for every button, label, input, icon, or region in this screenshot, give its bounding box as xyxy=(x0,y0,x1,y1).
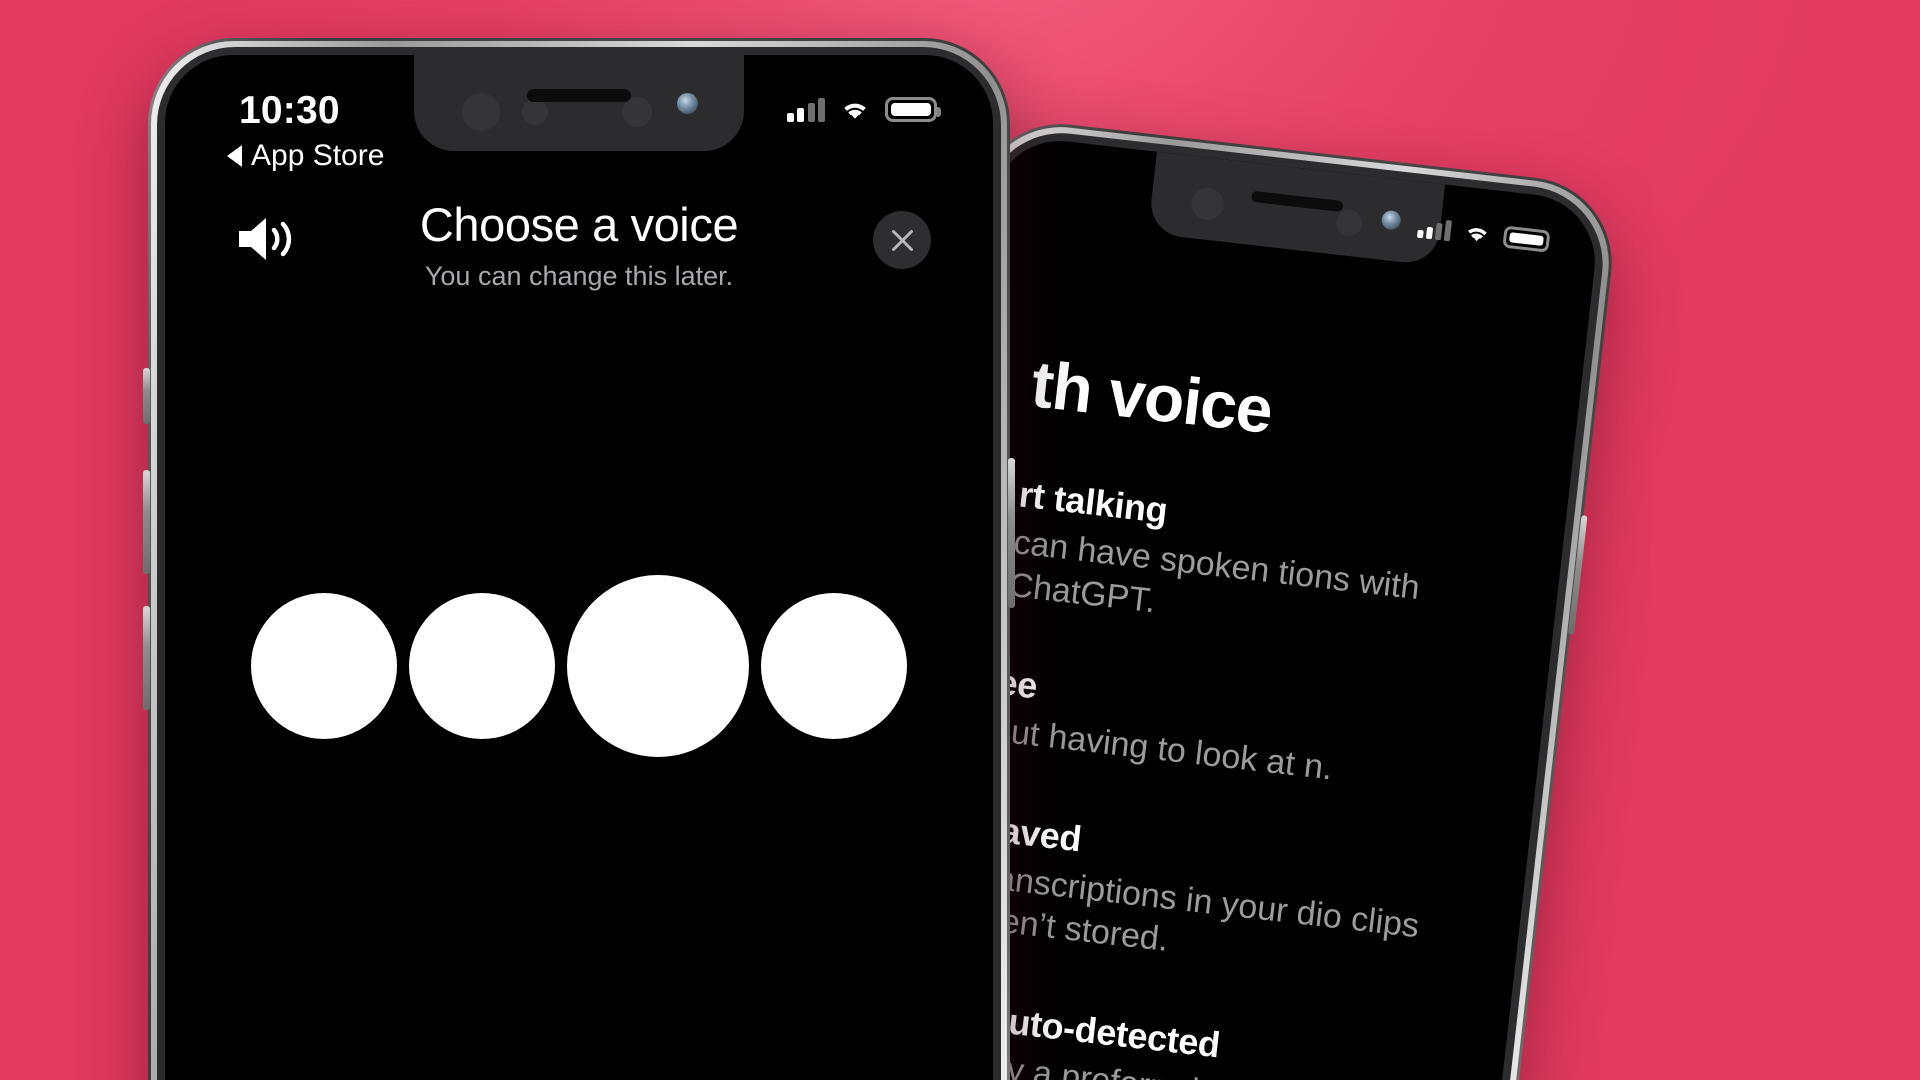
back-feature-4: s auto-detected ecify a preferred xyxy=(952,995,1465,1080)
voice-orb-2[interactable] xyxy=(409,593,555,739)
screenshot-stage: th voice rt talking can have spoken tion… xyxy=(0,0,1920,1080)
cellular-signal-icon xyxy=(786,97,825,122)
front-phone: 10:30 App Store Choose a voice You can c… xyxy=(143,38,1015,1080)
voice-orb-1[interactable] xyxy=(251,593,397,739)
voice-sheet-header: Choose a voice You can change this later… xyxy=(165,197,993,292)
front-phone-status-bar: 10:30 xyxy=(165,81,993,137)
wifi-icon xyxy=(1468,228,1487,242)
battery-full-icon xyxy=(1502,225,1551,253)
front-phone-volume-down-button[interactable] xyxy=(143,606,150,710)
back-link-label: App Store xyxy=(251,139,385,172)
back-feature-1: rt talking can have spoken tions with Ch… xyxy=(1007,474,1525,663)
cellular-signal-icon xyxy=(1416,216,1453,241)
back-phone-content: th voice rt talking can have spoken tion… xyxy=(952,346,1539,1080)
wifi-icon xyxy=(844,103,866,119)
front-phone-power-button[interactable] xyxy=(1008,458,1015,608)
back-to-app-store-link[interactable]: App Store xyxy=(227,139,384,173)
speaker-volume-icon[interactable] xyxy=(233,211,303,267)
back-feature-2: ee out having to look at n. xyxy=(990,662,1503,809)
front-phone-silent-switch[interactable] xyxy=(143,368,150,424)
voice-orb-list xyxy=(165,575,993,757)
back-phone-title: th voice xyxy=(1027,346,1277,448)
status-time: 10:30 xyxy=(239,89,340,132)
close-button[interactable] xyxy=(873,211,931,269)
voice-orb-4[interactable] xyxy=(761,593,907,739)
back-feature-3: saved transcriptions in your dio clips a… xyxy=(969,807,1487,996)
back-caret-icon xyxy=(227,145,242,167)
battery-full-icon xyxy=(885,97,941,122)
close-x-icon xyxy=(891,229,913,251)
front-phone-screen: 10:30 App Store Choose a voice You can c… xyxy=(165,55,993,1080)
front-phone-volume-up-button[interactable] xyxy=(143,470,150,574)
voice-orb-3-selected[interactable] xyxy=(567,575,749,757)
